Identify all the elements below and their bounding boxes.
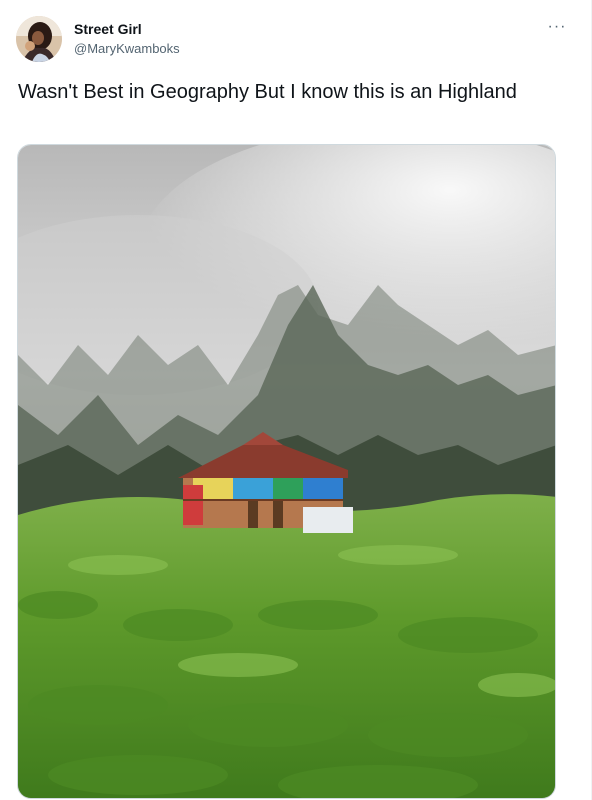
tweet-header: Street Girl @MaryKwamboks ··· [16, 16, 575, 64]
more-horizontal-icon[interactable]: ··· [543, 16, 571, 38]
tweet-photo[interactable] [17, 144, 556, 799]
highland-house-photo [18, 145, 555, 798]
author-info: Street Girl @MaryKwamboks [74, 20, 180, 58]
tweet-text: Wasn't Best in Geography But I know this… [18, 81, 517, 103]
user-handle[interactable]: @MaryKwamboks [74, 40, 180, 58]
display-name[interactable]: Street Girl [74, 20, 180, 38]
tweet-card: Street Girl @MaryKwamboks ··· Wasn't Bes… [0, 0, 592, 800]
avatar[interactable] [16, 16, 62, 62]
avatar-image [16, 16, 62, 62]
